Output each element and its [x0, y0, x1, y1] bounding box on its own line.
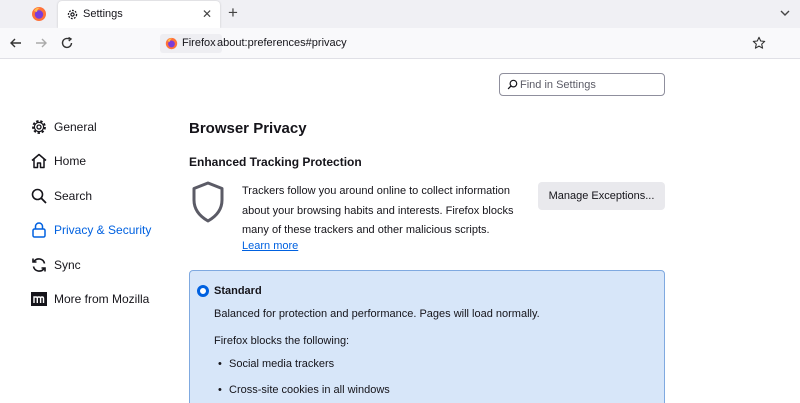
search-icon [31, 188, 47, 204]
sidebar-item-home[interactable]: Home [30, 150, 180, 172]
sidebar-item-label: Privacy & Security [54, 223, 152, 237]
standard-blocks-intro: Firefox blocks the following: [214, 335, 350, 347]
forward-arrow-icon[interactable] [34, 36, 48, 50]
sidebar-item-sync[interactable]: Sync [30, 254, 180, 276]
sidebar-item-label: Home [54, 154, 87, 168]
learn-more-link[interactable]: Learn more [242, 240, 298, 252]
sidebar-item-label: Search [54, 189, 93, 203]
search-icon [507, 79, 518, 90]
manage-exceptions-button[interactable]: Manage Exceptions... [538, 182, 665, 210]
etp-description: Trackers follow you around online to col… [242, 185, 514, 236]
chevron-down-icon[interactable] [778, 6, 792, 20]
close-tab-icon[interactable]: ✕ [202, 7, 212, 21]
sidebar-item-label: More from Mozilla [54, 292, 150, 306]
sync-icon [32, 258, 46, 272]
lock-icon [32, 222, 46, 238]
mozilla-icon [31, 292, 47, 306]
sidebar-item-label: Sync [54, 258, 81, 272]
sidebar-item-search[interactable]: Search [30, 185, 180, 207]
url-bar[interactable]: Firefox about:preferences#privacy [156, 32, 776, 55]
settings-search[interactable] [499, 73, 665, 96]
preferences-content: General Home Search Privacy & Security [0, 60, 800, 403]
home-icon [31, 153, 47, 169]
bookmark-star-icon[interactable] [752, 36, 766, 50]
standard-radio[interactable] [197, 285, 209, 297]
nav-bar: Firefox about:preferences#privacy [0, 28, 800, 59]
list-item: Cross-site cookies in all windows [218, 383, 390, 403]
tab-settings[interactable]: Settings ✕ [58, 1, 220, 28]
sidebar-item-label: General [54, 120, 97, 134]
firefox-logo-icon [165, 37, 178, 50]
sidebar-item-general[interactable]: General [30, 116, 180, 138]
tab-strip: Settings ✕ + [0, 0, 800, 28]
reload-icon[interactable] [60, 36, 74, 50]
gear-icon [32, 120, 46, 134]
firefox-logo-icon[interactable] [31, 6, 47, 22]
gear-icon [67, 9, 78, 20]
list-item: Social media trackers [218, 357, 390, 383]
search-input[interactable] [520, 76, 660, 93]
identity-label: Firefox [182, 37, 216, 49]
new-tab-button[interactable]: + [228, 4, 238, 22]
page-title: Browser Privacy [189, 120, 307, 137]
standard-label: Standard [214, 285, 262, 297]
standard-option-card[interactable]: Standard Balanced for protection and per… [189, 270, 665, 403]
back-arrow-icon[interactable] [9, 36, 23, 50]
etp-heading: Enhanced Tracking Protection [189, 155, 362, 169]
url-text[interactable]: about:preferences#privacy [217, 37, 347, 49]
shield-icon [192, 181, 224, 223]
standard-description: Balanced for protection and performance.… [214, 308, 540, 320]
sidebar-item-privacy-security[interactable]: Privacy & Security [30, 219, 180, 241]
identity-box[interactable]: Firefox [160, 34, 222, 53]
sidebar-item-more-from-mozilla[interactable]: More from Mozilla [30, 288, 180, 310]
standard-blocked-list: Social media trackers Cross-site cookies… [218, 357, 390, 403]
tab-title: Settings [83, 8, 123, 20]
